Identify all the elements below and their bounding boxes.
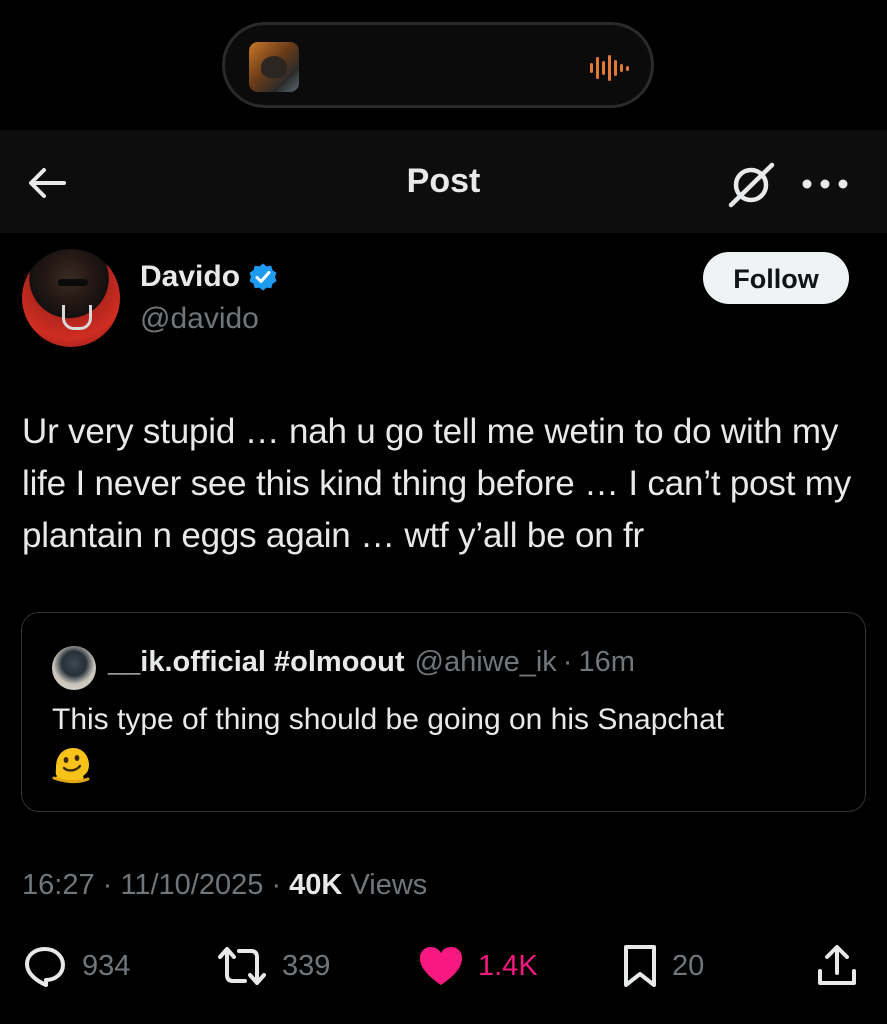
repost-count: 339 — [282, 949, 331, 982]
quote-author-name[interactable]: __ik.official #olmoout — [108, 646, 405, 679]
reply-button[interactable]: 934 — [22, 938, 130, 994]
reply-icon — [25, 947, 65, 987]
media-art-icon[interactable] — [249, 42, 299, 92]
post-text: Ur very stupid … nah u go tell me wetin … — [22, 412, 852, 555]
quote-separator: · — [562, 646, 573, 678]
meta-separator: · — [271, 869, 282, 901]
quote-text: This type of thing should be going on hi… — [52, 703, 725, 736]
post-meta: 16:27 · 11/10/2025 · 40K Views — [22, 869, 427, 902]
repost-icon — [218, 947, 266, 985]
now-playing-pill[interactable] — [222, 22, 654, 108]
quote-timestamp: 16m — [578, 646, 635, 678]
quoted-post[interactable]: __ik.official #olmoout @ahiwe_ik · 16m T… — [21, 612, 866, 812]
grok-icon[interactable] — [726, 160, 778, 210]
like-count: 1.4K — [478, 949, 538, 982]
share-button[interactable] — [816, 938, 858, 994]
like-icon — [420, 947, 462, 985]
quote-author-handle[interactable]: @ahiwe_ik — [415, 646, 557, 679]
views-label[interactable]: Views — [350, 869, 427, 901]
author-name[interactable]: Davido — [140, 260, 240, 294]
like-button[interactable]: 1.4K — [418, 938, 538, 994]
avatar[interactable] — [22, 249, 120, 347]
post-date: 11/10/2025 — [120, 869, 264, 901]
more-icon[interactable] — [800, 164, 850, 204]
post-time: 16:27 — [22, 869, 95, 901]
author-name-row[interactable]: Davido — [140, 260, 278, 294]
quote-header: __ik.official #olmoout @ahiwe_ik · 16m — [108, 646, 635, 679]
share-icon — [818, 945, 856, 985]
audio-wave-icon — [590, 55, 629, 81]
follow-button[interactable]: Follow — [703, 252, 849, 304]
verified-badge-icon — [248, 262, 278, 292]
melting-face-emoji-icon — [52, 745, 92, 785]
meta-separator: · — [102, 869, 113, 901]
bookmark-count: 20 — [672, 949, 705, 982]
post-screen: Post Davido @davido Follow Ur very stupi… — [0, 0, 887, 1024]
repost-button[interactable]: 339 — [216, 938, 330, 994]
bookmark-icon — [624, 945, 656, 987]
author-handle[interactable]: @davido — [140, 302, 259, 336]
bookmark-button[interactable]: 20 — [622, 938, 704, 994]
quote-avatar[interactable] — [52, 646, 96, 690]
views-count[interactable]: 40K — [289, 869, 342, 901]
reply-count: 934 — [82, 949, 131, 982]
top-bar: Post — [0, 130, 887, 233]
action-bar: 934 339 1.4K 20 — [0, 938, 887, 994]
